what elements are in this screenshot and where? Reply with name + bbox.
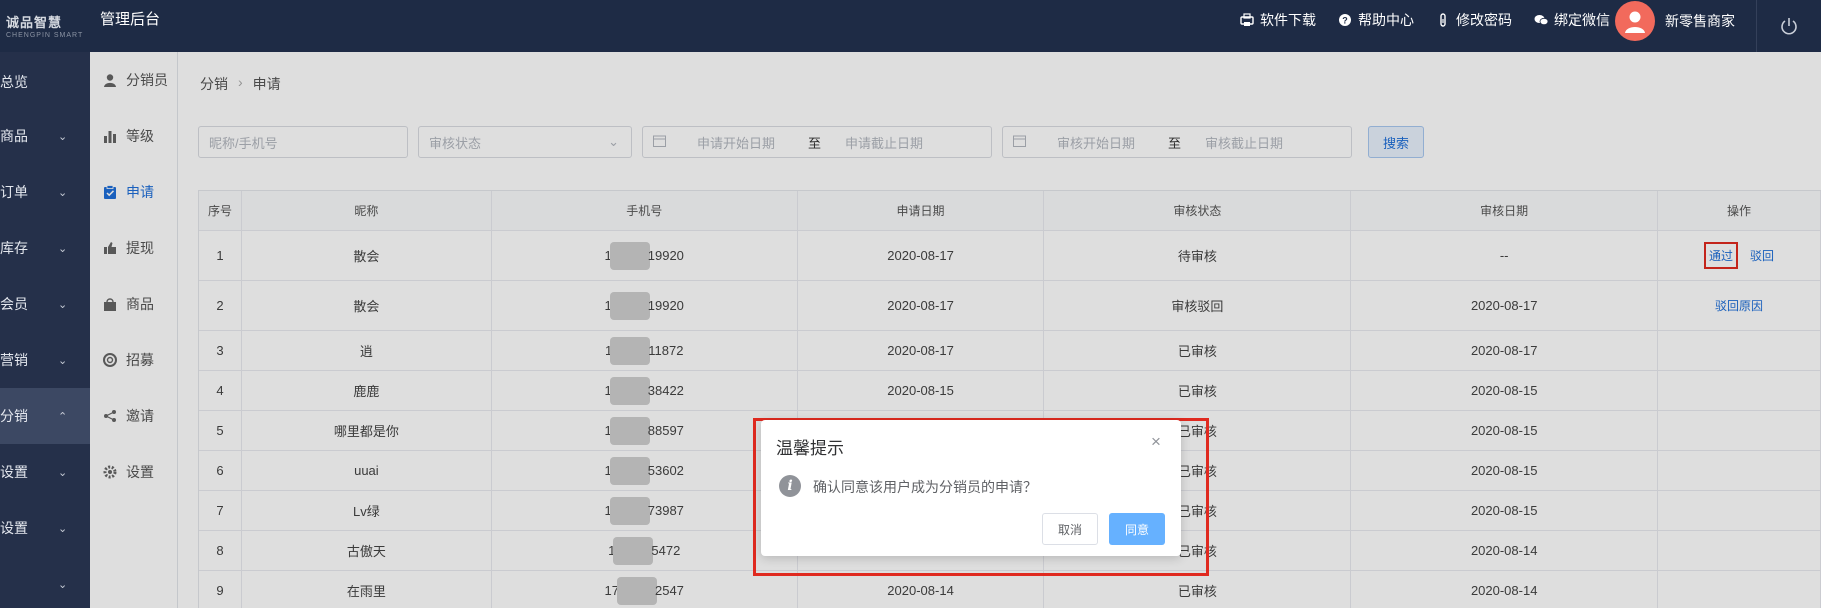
confirm-dialog: 温馨提示 × i 确认同意该用户成为分销员的申请？ 取消 同意 — [761, 420, 1181, 556]
software-download-link[interactable]: 软件下载 — [1240, 10, 1316, 30]
close-icon[interactable]: × — [1151, 432, 1161, 452]
cancel-button[interactable]: 取消 — [1042, 513, 1098, 545]
chevron-down-icon: ⌄ — [58, 522, 68, 535]
dialog-title: 温馨提示 — [776, 439, 844, 458]
download-icon — [1240, 13, 1254, 27]
chevron-down-icon: ⌄ — [58, 578, 68, 591]
chevron-down-icon: ⌄ — [58, 242, 68, 255]
sidebar-item-overview[interactable]: 总览 — [0, 54, 90, 110]
sidebar-item-members[interactable]: 会员 ⌄ — [0, 276, 90, 332]
sidebar-item-distribution[interactable]: 分销 ⌃ — [0, 388, 90, 444]
sidebar-item-stock[interactable]: 库存 ⌄ — [0, 220, 90, 276]
top-header: 诚品智慧 CHENGPIN SMART 管理后台 软件下载 ? 帮助中心 修改密… — [0, 0, 1821, 52]
user-avatar-icon — [1625, 11, 1645, 33]
agree-button[interactable]: 同意 — [1109, 513, 1165, 545]
key-icon — [1436, 13, 1450, 27]
top-actions: 软件下载 ? 帮助中心 修改密码 绑定微信 — [1240, 0, 1610, 40]
help-center-link[interactable]: ? 帮助中心 — [1338, 10, 1414, 30]
wechat-icon — [1534, 13, 1548, 27]
app-title: 管理后台 — [100, 11, 161, 28]
user-menu[interactable]: 新零售商家 — [1615, 0, 1735, 42]
sidebar-item-marketing[interactable]: 营销 ⌄ — [0, 332, 90, 388]
help-icon: ? — [1338, 13, 1352, 27]
chevron-down-icon: ⌄ — [58, 186, 68, 199]
bind-wechat-link[interactable]: 绑定微信 — [1534, 10, 1610, 30]
info-icon: i — [779, 475, 801, 497]
avatar — [1615, 1, 1655, 41]
chevron-up-icon: ⌃ — [58, 410, 68, 423]
sidebar-item-store-settings[interactable]: 门店设置⌄ — [0, 500, 90, 556]
main-sidebar: 总览 商品⌄ 订单⌄ 库存⌄ 会员⌄ 营销⌄ 分销⌃ 系统设置⌄ 门店设置⌄ ⌄ — [0, 52, 90, 608]
user-name: 新零售商家 — [1665, 13, 1735, 29]
dialog-message: 确认同意该用户成为分销员的申请？ — [813, 479, 1037, 495]
chevron-down-icon: ⌄ — [58, 466, 68, 479]
chevron-down-icon: ⌄ — [58, 130, 68, 143]
change-password-link[interactable]: 修改密码 — [1436, 10, 1512, 30]
sidebar-item-more[interactable]: ⌄ — [0, 556, 90, 608]
power-icon — [1781, 18, 1797, 35]
sidebar-item-system-settings[interactable]: 系统设置⌄ — [0, 444, 90, 500]
sidebar-item-orders[interactable]: 订单 ⌄ — [0, 164, 90, 220]
chevron-down-icon: ⌄ — [58, 354, 68, 367]
svg-text:?: ? — [1342, 16, 1348, 26]
sidebar-item-goods[interactable]: 商品 ⌄ — [0, 108, 90, 164]
chevron-down-icon: ⌄ — [58, 298, 68, 311]
logout-button[interactable] — [1756, 0, 1821, 52]
logo: 诚品智慧 CHENGPIN SMART — [6, 15, 84, 39]
